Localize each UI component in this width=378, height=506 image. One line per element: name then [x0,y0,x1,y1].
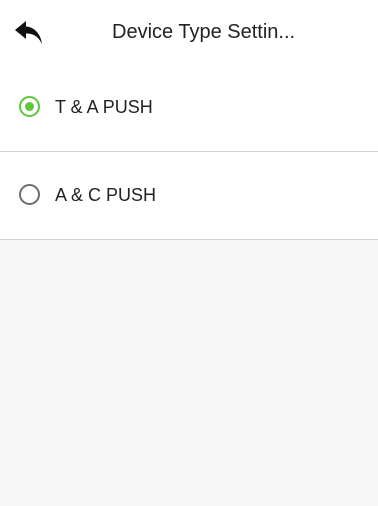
header-bar: Device Type Settin... [0,0,378,65]
page-title: Device Type Settin... [112,21,296,43]
back-arrow-icon[interactable] [14,20,44,46]
radio-selected-icon[interactable] [19,96,40,117]
option-label: A & C PUSH [55,185,157,205]
radio-dot [25,102,34,111]
device-type-settings-screen: Device Type Settin... T & A PUSH A & C P… [0,0,378,506]
radio-unselected-icon[interactable] [19,184,40,205]
option-label: T & A PUSH [55,97,153,117]
option-ac-push[interactable]: A & C PUSH [0,152,378,240]
option-ta-push[interactable]: T & A PUSH [0,64,378,152]
